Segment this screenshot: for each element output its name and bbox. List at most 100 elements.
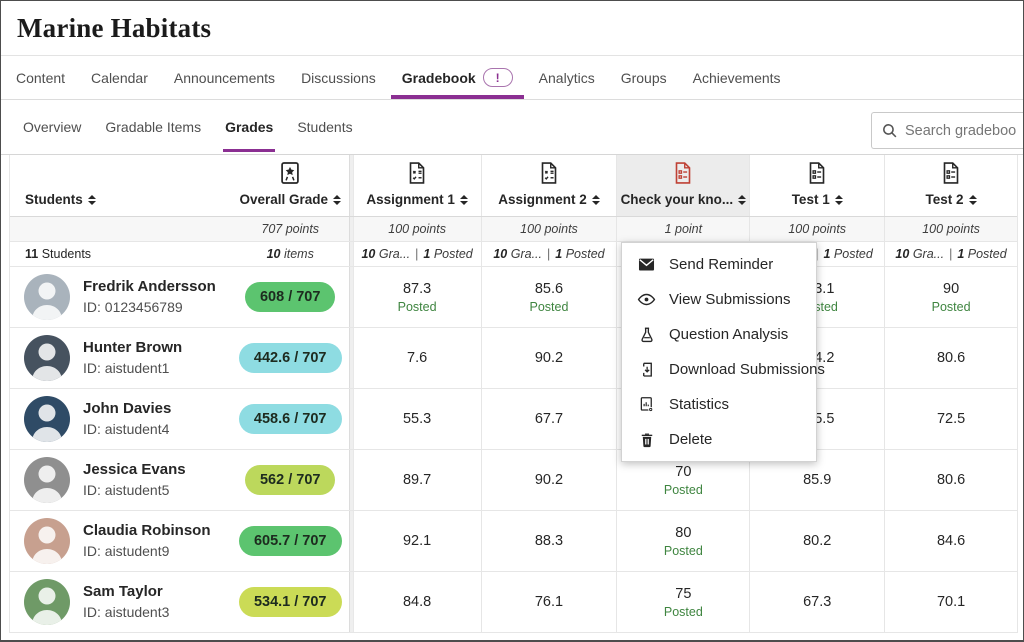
grade-cell-test-1[interactable]: 80.2 xyxy=(749,511,884,571)
grade-cell-assignment-1[interactable]: 55.3 xyxy=(354,389,481,449)
avatar xyxy=(24,457,70,503)
search-input[interactable] xyxy=(905,123,1017,139)
subtab-overview[interactable]: Overview xyxy=(11,100,93,154)
menu-item-view-submissions[interactable]: View Submissions xyxy=(622,282,816,317)
sort-icon xyxy=(835,195,843,205)
grade-cell-assignment-2[interactable]: 90.2 xyxy=(481,328,617,388)
assignment-2-points: 100 points xyxy=(481,217,617,241)
student-id: ID: aistudent1 xyxy=(83,359,182,378)
tab-groups[interactable]: Groups xyxy=(608,56,680,99)
student-id: ID: aistudent5 xyxy=(83,481,186,500)
grade-cell-test-2[interactable]: 72.5 xyxy=(884,389,1017,449)
grade-cell-assignment-2[interactable]: 76.1 xyxy=(481,572,617,632)
student-id: ID: 0123456789 xyxy=(83,298,216,317)
assignment-1-points: 100 points xyxy=(354,217,481,241)
overall-grade-pill[interactable]: 442.6 / 707 xyxy=(239,343,342,373)
posted-label: Posted xyxy=(932,300,971,314)
overall-grade-pill[interactable]: 605.7 / 707 xyxy=(239,526,342,556)
menu-item-send-reminder[interactable]: Send Reminder xyxy=(622,247,816,282)
tab-calendar[interactable]: Calendar xyxy=(78,56,161,99)
grade-cell-test-1[interactable]: 67.3 xyxy=(749,572,884,632)
quiz-icon xyxy=(938,160,964,186)
test-1-points: 100 points xyxy=(749,217,884,241)
tab-discussions[interactable]: Discussions xyxy=(288,56,389,99)
posted-label: Posted xyxy=(664,544,703,558)
grade-cell-assignment-2[interactable]: 85.6Posted xyxy=(481,267,617,327)
tab-analytics[interactable]: Analytics xyxy=(526,56,608,99)
sort-icon xyxy=(333,195,341,205)
menu-item-statistics[interactable]: Statistics xyxy=(622,387,816,422)
grade-cell-assignment-1[interactable]: 84.8 xyxy=(354,572,481,632)
column-header-assignment-1[interactable]: Assignment 1 xyxy=(354,155,481,216)
counts-row: 11 Students 10 items 10 Gra...|1 Posted … xyxy=(10,242,1017,267)
grade-cell-check[interactable]: 75Posted xyxy=(616,572,749,632)
sort-icon xyxy=(592,195,600,205)
grade-cell-test-2[interactable]: 80.6 xyxy=(884,450,1017,510)
tab-gradebook[interactable]: Gradebook ! xyxy=(389,56,526,99)
subtab-gradable-items[interactable]: Gradable Items xyxy=(93,100,213,154)
check-points: 1 point xyxy=(616,217,749,241)
subtab-grades[interactable]: Grades xyxy=(213,100,285,154)
student-cell[interactable]: Sam Taylor ID: aistudent3 xyxy=(10,572,232,632)
avatar xyxy=(24,335,70,381)
overall-grade-cell: 562 / 707 xyxy=(232,450,349,510)
award-icon xyxy=(277,160,303,186)
posted-label: Posted xyxy=(664,605,703,619)
tab-content[interactable]: Content xyxy=(3,56,78,99)
grade-cell-test-2[interactable]: 90Posted xyxy=(884,267,1017,327)
column-header-check-your-knowledge[interactable]: Check your kno... xyxy=(616,155,749,216)
table-header-row: Students Overall Grade Assignment 1 Assi… xyxy=(10,155,1017,217)
student-row: Hunter Brown ID: aistudent1 442.6 / 707 … xyxy=(10,328,1017,389)
grade-cell-assignment-1[interactable]: 89.7 xyxy=(354,450,481,510)
column-header-test-1[interactable]: Test 1 xyxy=(749,155,884,216)
grade-cell-test-2[interactable]: 84.6 xyxy=(884,511,1017,571)
column-header-overall-grade[interactable]: Overall Grade xyxy=(232,155,349,216)
student-id: ID: aistudent3 xyxy=(83,603,169,622)
overall-grade-cell: 608 / 707 xyxy=(232,267,349,327)
grade-cell-assignment-2[interactable]: 88.3 xyxy=(481,511,617,571)
sort-icon xyxy=(88,195,96,205)
tab-announcements[interactable]: Announcements xyxy=(161,56,288,99)
student-name: Jessica Evans xyxy=(83,460,186,480)
menu-item-delete[interactable]: Delete xyxy=(622,422,816,457)
student-cell[interactable]: Fredrik Andersson ID: 0123456789 xyxy=(10,267,232,327)
overall-grade-pill[interactable]: 562 / 707 xyxy=(245,465,335,495)
student-cell[interactable]: Hunter Brown ID: aistudent1 xyxy=(10,328,232,388)
grade-cell-assignment-2[interactable]: 67.7 xyxy=(481,389,617,449)
student-cell[interactable]: Claudia Robinson ID: aistudent9 xyxy=(10,511,232,571)
subtab-students[interactable]: Students xyxy=(285,100,364,154)
column-header-assignment-2[interactable]: Assignment 2 xyxy=(481,155,617,216)
menu-item-download-submissions[interactable]: Download Submissions xyxy=(622,352,816,387)
grades-table: Students Overall Grade Assignment 1 Assi… xyxy=(9,155,1018,633)
course-nav-tabs: Content Calendar Announcements Discussio… xyxy=(1,56,1023,100)
grade-cell-test-2[interactable]: 70.1 xyxy=(884,572,1017,632)
student-cell[interactable]: Jessica Evans ID: aistudent5 xyxy=(10,450,232,510)
student-cell[interactable]: John Davies ID: aistudent4 xyxy=(10,389,232,449)
column-context-menu: Send Reminder View Submissions Question … xyxy=(621,242,817,462)
overall-grade-pill[interactable]: 458.6 / 707 xyxy=(239,404,342,434)
test-2-points: 100 points xyxy=(884,217,1017,241)
student-row: Fredrik Andersson ID: 0123456789 608 / 7… xyxy=(10,267,1017,328)
column-header-students[interactable]: Students xyxy=(10,155,232,216)
grade-cell-test-2[interactable]: 80.6 xyxy=(884,328,1017,388)
avatar xyxy=(24,396,70,442)
quiz-icon xyxy=(670,160,696,186)
overall-points: 707 points xyxy=(232,217,349,241)
grade-cell-assignment-1[interactable]: 87.3Posted xyxy=(354,267,481,327)
column-header-test-2[interactable]: Test 2 xyxy=(884,155,1017,216)
tab-achievements[interactable]: Achievements xyxy=(680,56,794,99)
overall-grade-cell: 534.1 / 707 xyxy=(232,572,349,632)
grade-cell-assignment-1[interactable]: 7.6 xyxy=(354,328,481,388)
app-window: Marine Habitats Content Calendar Announc… xyxy=(0,0,1024,642)
overall-grade-pill[interactable]: 534.1 / 707 xyxy=(239,587,342,617)
quiz-icon xyxy=(804,160,830,186)
grade-cell-assignment-2[interactable]: 90.2 xyxy=(481,450,617,510)
student-row: Jessica Evans ID: aistudent5 562 / 707 8… xyxy=(10,450,1017,511)
overall-grade-pill[interactable]: 608 / 707 xyxy=(245,282,335,312)
overall-grade-cell: 605.7 / 707 xyxy=(232,511,349,571)
menu-item-question-analysis[interactable]: Question Analysis xyxy=(622,317,816,352)
search-icon xyxy=(881,122,898,139)
grade-cell-assignment-1[interactable]: 92.1 xyxy=(354,511,481,571)
sort-icon xyxy=(969,195,977,205)
grade-cell-check[interactable]: 80Posted xyxy=(616,511,749,571)
